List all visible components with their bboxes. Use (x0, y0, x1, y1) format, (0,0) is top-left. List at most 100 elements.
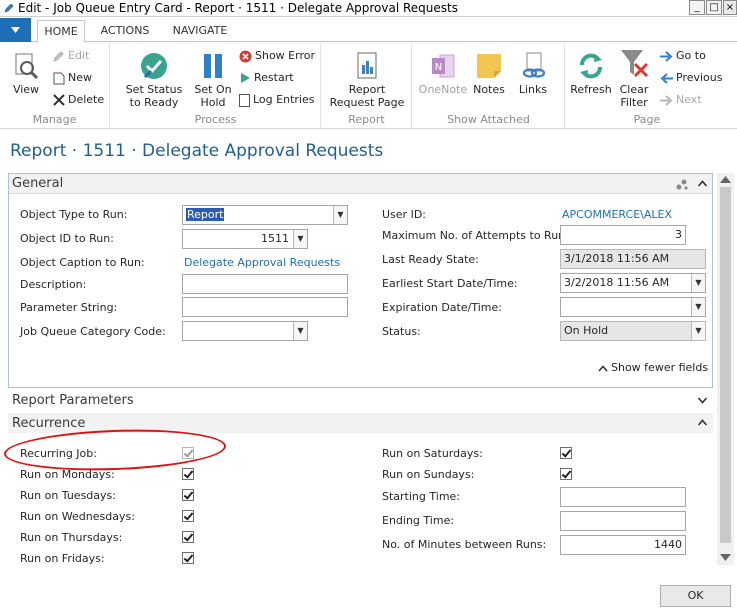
report-parameters-fasttab[interactable]: Report Parameters (8, 390, 713, 410)
previous-button[interactable]: Previous (660, 69, 723, 87)
view-magnifier-icon (15, 53, 39, 80)
links-button[interactable]: Links (515, 51, 551, 96)
dropdown-arrow-icon[interactable]: ▼ (293, 322, 307, 340)
tab-actions[interactable]: ACTIONS (94, 20, 156, 43)
last-ready-value: 3/1/2018 11:56 AM (560, 249, 706, 269)
scrollbar-thumb[interactable] (720, 187, 731, 543)
log-entries-button[interactable]: Log Entries (239, 91, 314, 109)
description-input[interactable] (182, 274, 348, 294)
general-fasttab: General Object Type to Run: Report ▼ Obj… (8, 173, 713, 388)
recurrence-title: Recurrence (12, 416, 86, 431)
show-fewer-fields-button[interactable]: Show fewer fields (598, 359, 708, 377)
new-button[interactable]: New (53, 69, 92, 87)
dropdown-arrow-icon[interactable]: ▼ (691, 322, 705, 340)
earliest-start-value: 3/2/2018 11:56 AM (564, 276, 670, 289)
customize-gear-icon[interactable] (675, 177, 689, 191)
report-request-page-button[interactable]: Report Request Page (328, 51, 406, 109)
set-on-hold-button[interactable]: Set On Hold (191, 51, 235, 109)
scroll-down-arrow-icon[interactable] (720, 554, 731, 561)
dropdown-arrow-icon[interactable]: ▼ (293, 230, 307, 248)
earliest-start-field[interactable]: 3/2/2018 11:56 AM ▼ (560, 273, 706, 293)
notes-button[interactable]: Notes (471, 51, 507, 96)
saturdays-checkbox[interactable] (560, 447, 572, 459)
minutes-between-label: No. of Minutes between Runs: (382, 538, 547, 551)
chevron-up-icon[interactable] (698, 419, 707, 426)
arrow-left-icon (660, 72, 673, 84)
parameter-string-input[interactable] (182, 297, 348, 317)
onenote-button[interactable]: N OneNote (417, 51, 469, 96)
dropdown-arrow-icon[interactable]: ▼ (691, 298, 705, 316)
next-button[interactable]: Next (660, 91, 702, 109)
window-titlebar: Edit - Job Queue Entry Card - Report · 1… (0, 0, 737, 17)
starting-time-input[interactable] (560, 487, 686, 507)
ok-button[interactable]: OK (660, 585, 731, 607)
tab-home[interactable]: HOME (37, 20, 85, 43)
scroll-up-arrow-icon[interactable] (720, 176, 731, 183)
group-label-report: Report (348, 113, 385, 126)
edit-pencil-icon (3, 2, 15, 14)
ending-time-label: Ending Time: (382, 514, 455, 527)
report-page-icon (357, 52, 377, 79)
wednesdays-checkbox[interactable] (182, 510, 194, 522)
object-caption-value: Delegate Approval Requests (184, 256, 341, 269)
ribbon-group-process: Set Status to Ready Set On Hold Show Err… (111, 43, 321, 129)
close-button[interactable]: × (723, 0, 737, 15)
chevron-down-icon[interactable] (698, 397, 707, 404)
group-label-page: Page (633, 113, 661, 126)
chevron-up-icon[interactable] (698, 180, 707, 187)
page-title: Report · 1511 · Delegate Approval Reques… (10, 141, 384, 161)
svg-text:N: N (435, 62, 442, 73)
tuesdays-label: Run on Tuesdays: (20, 489, 116, 502)
ending-time-input[interactable] (560, 511, 686, 531)
category-code-select[interactable]: ▼ (182, 321, 308, 341)
clear-filter-button[interactable]: Clear Filter (616, 47, 652, 109)
restart-button[interactable]: Restart (239, 69, 294, 87)
status-value: On Hold (564, 324, 609, 337)
user-id-value[interactable]: APCOMMERCE\ALEX (562, 208, 672, 221)
set-status-ready-button[interactable]: Set Status to Ready (121, 51, 187, 109)
next-label: Next (676, 93, 702, 106)
report-request-page-label: Report Request Page (329, 83, 405, 109)
object-id-value: 1511 (261, 232, 289, 245)
delete-button[interactable]: Delete (53, 91, 104, 109)
notes-icon (477, 54, 501, 78)
edit-label: Edit (68, 49, 90, 62)
report-parameters-title: Report Parameters (12, 393, 134, 408)
set-on-hold-label: Set On Hold (194, 83, 232, 109)
vertical-scrollbar[interactable] (717, 173, 734, 565)
parameter-string-label: Parameter String: (20, 301, 118, 314)
tuesdays-checkbox[interactable] (182, 489, 194, 501)
view-button[interactable]: View (8, 51, 44, 96)
dropdown-arrow-icon[interactable]: ▼ (691, 274, 705, 292)
refresh-button[interactable]: Refresh (568, 51, 614, 96)
minutes-between-input[interactable]: 1440 (560, 535, 686, 555)
thursdays-checkbox[interactable] (182, 531, 194, 543)
group-label-process: Process (194, 113, 237, 126)
object-type-select[interactable]: Report ▼ (182, 205, 348, 225)
fridays-checkbox[interactable] (182, 552, 194, 564)
minimize-button[interactable]: _ (689, 0, 705, 15)
refresh-label: Refresh (570, 83, 612, 96)
show-error-button[interactable]: Show Error (239, 47, 315, 65)
app-menu-button[interactable] (0, 18, 31, 42)
object-id-field[interactable]: 1511 ▼ (182, 229, 308, 249)
go-to-label: Go to (676, 49, 706, 62)
status-label: Status: (382, 325, 421, 338)
fridays-label: Run on Fridays: (20, 552, 105, 565)
status-select[interactable]: On Hold ▼ (560, 321, 706, 341)
maximize-button[interactable]: □ (706, 0, 722, 15)
go-to-button[interactable]: Go to (660, 47, 706, 65)
earliest-start-label: Earliest Start Date/Time: (382, 277, 518, 290)
sundays-checkbox[interactable] (560, 468, 572, 480)
expiration-field[interactable]: ▼ (560, 297, 706, 317)
tab-navigate[interactable]: NAVIGATE (164, 20, 236, 43)
chevron-up-icon (598, 364, 608, 372)
general-header[interactable]: General (9, 174, 712, 194)
mondays-checkbox[interactable] (182, 468, 194, 480)
ribbon-group-manage: View Edit New Delete Manage (0, 43, 110, 129)
dropdown-arrow-icon[interactable]: ▼ (333, 206, 347, 224)
edit-button[interactable]: Edit (53, 47, 89, 65)
new-document-icon (53, 71, 65, 84)
max-attempts-input[interactable]: 3 (560, 225, 686, 245)
arrow-right-disabled-icon (660, 94, 673, 106)
